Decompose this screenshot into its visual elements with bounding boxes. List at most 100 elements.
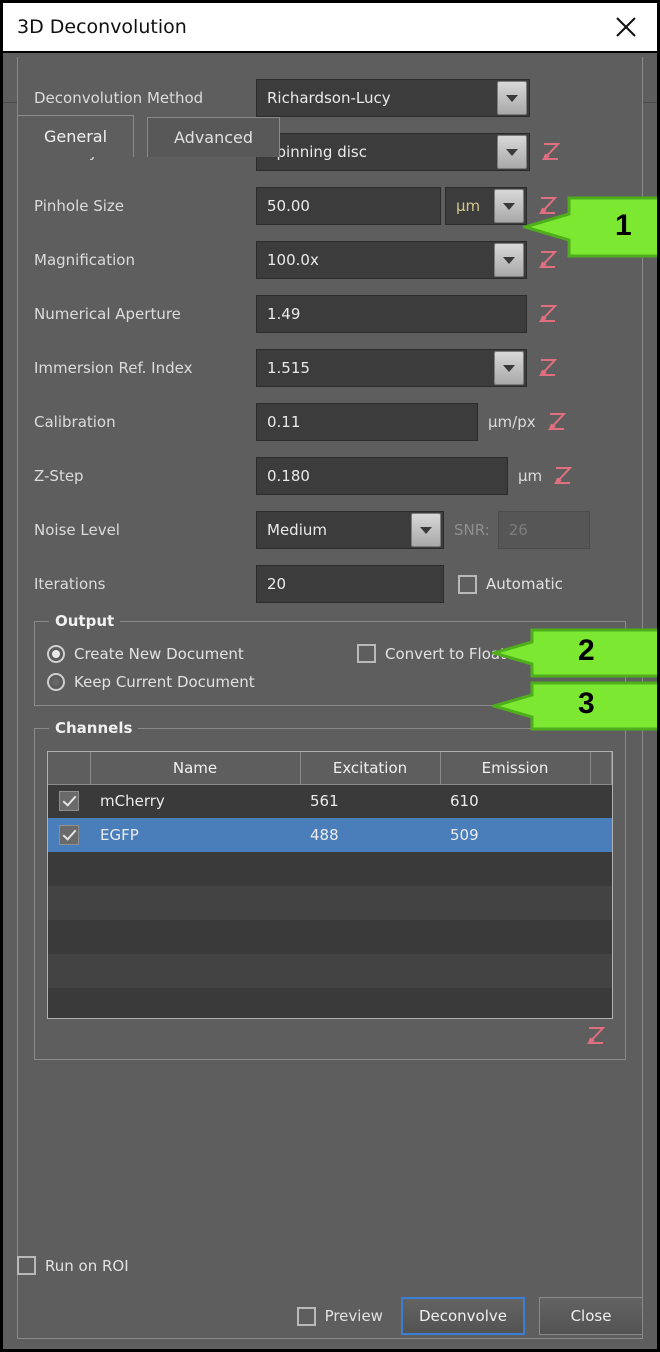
cell-extra <box>590 784 612 818</box>
automatic-checkbox[interactable]: Automatic <box>458 574 563 594</box>
col-name[interactable]: Name <box>90 752 301 785</box>
checkbox-icon <box>17 1256 36 1275</box>
tab-advanced[interactable]: Advanced <box>147 117 281 157</box>
channels-footer <box>47 1019 613 1047</box>
pinhole-unit-value: µm <box>456 197 481 215</box>
close-icon[interactable] <box>609 10 643 44</box>
z-step-value: 0.180 <box>267 467 310 485</box>
channels-group: Channels Name Excitation Emission mCherr… <box>34 719 626 1060</box>
col-extra <box>590 752 612 785</box>
tab-advanced-label: Advanced <box>174 128 254 147</box>
annotation-arrow-2: 2 <box>492 628 657 678</box>
annotation-number-1: 1 <box>615 209 632 242</box>
col-excitation[interactable]: Excitation <box>300 752 441 785</box>
chevron-down-icon[interactable] <box>411 513 441 547</box>
reset-icon-numerical-aperture[interactable] <box>535 303 561 325</box>
modality-select[interactable]: Spinning disc <box>256 133 530 171</box>
tab-general-label: General <box>44 127 108 146</box>
form-row-noise-level: Noise Level Medium SNR: 26 <box>34 511 626 549</box>
chevron-down-icon[interactable] <box>494 351 524 385</box>
reset-icon-modality[interactable] <box>538 141 564 163</box>
checkbox-icon <box>59 825 79 845</box>
radio-create-new-document[interactable]: Create New Document <box>47 644 357 663</box>
iterations-input[interactable]: 20 <box>256 565 444 603</box>
immersion-ref-index-value: 1.515 <box>267 359 310 377</box>
numerical-aperture-input[interactable]: 1.49 <box>256 295 527 333</box>
noise-level-select[interactable]: Medium <box>256 511 444 549</box>
modality-value: Spinning disc <box>267 143 367 161</box>
channels-group-title: Channels <box>49 719 139 737</box>
radio-keep-current-document-label: Keep Current Document <box>74 673 255 691</box>
dialog-footer: Run on ROI Preview Deconvolve Close <box>17 1256 643 1335</box>
snr-value: 26 <box>508 521 528 539</box>
row-checkbox[interactable] <box>48 818 90 852</box>
preview-label: Preview <box>324 1307 383 1325</box>
label-deconvolution-method: Deconvolution Method <box>34 89 204 107</box>
checkbox-icon <box>59 791 79 812</box>
radio-create-new-document-label: Create New Document <box>74 644 244 663</box>
table-row-empty <box>48 954 612 988</box>
cell-name: EGFP <box>100 826 139 844</box>
output-group-title: Output <box>49 612 121 630</box>
checkbox-icon <box>296 1306 316 1326</box>
run-on-roi-checkbox[interactable]: Run on ROI <box>17 1256 643 1275</box>
chevron-down-icon[interactable] <box>494 189 524 223</box>
immersion-ref-index-select[interactable]: 1.515 <box>256 349 527 387</box>
magnification-select[interactable]: 100.0x <box>256 241 527 279</box>
magnification-value: 100.0x <box>267 251 319 269</box>
reset-icon-immersion-ref-index[interactable] <box>535 357 561 379</box>
run-on-roi-label: Run on ROI <box>45 1256 129 1275</box>
snr-input: 26 <box>497 511 590 549</box>
calibration-value: 0.11 <box>267 413 301 431</box>
label-numerical-aperture: Numerical Aperture <box>34 305 181 323</box>
form-row-deconvolution-method: Deconvolution Method Richardson-Lucy <box>34 79 626 117</box>
chevron-down-icon[interactable] <box>497 81 527 115</box>
deconvolution-method-value: Richardson-Lucy <box>267 89 391 107</box>
cell-extra <box>590 818 612 852</box>
calibration-input[interactable]: 0.11 <box>256 403 478 441</box>
tab-general[interactable]: General <box>17 115 135 157</box>
form-row-immersion-ref-index: Immersion Ref. Index 1.515 <box>34 349 626 387</box>
chevron-down-icon[interactable] <box>497 135 527 169</box>
cell-excitation: 488 <box>310 826 339 844</box>
table-row[interactable]: EGFP 488 509 <box>48 818 612 852</box>
reset-icon-calibration[interactable] <box>544 411 570 433</box>
page-title: 3D Deconvolution <box>17 16 187 38</box>
pinhole-size-input[interactable]: 50.00 <box>256 187 441 225</box>
annotation-number-2: 2 <box>578 634 595 667</box>
annotation-number-3: 3 <box>578 687 595 720</box>
table-header-row: Name Excitation Emission <box>48 752 612 785</box>
table-row-empty <box>48 920 612 954</box>
deconvolution-method-select[interactable]: Richardson-Lucy <box>256 79 530 117</box>
numerical-aperture-value: 1.49 <box>267 305 301 323</box>
deconvolve-button[interactable]: Deconvolve <box>400 1297 525 1335</box>
close-button[interactable]: Close <box>539 1297 643 1335</box>
title-bar: 3D Deconvolution <box>3 3 657 53</box>
z-step-input[interactable]: 0.180 <box>256 457 508 495</box>
z-step-unit: µm <box>518 467 543 485</box>
label-noise-level: Noise Level <box>34 521 120 539</box>
automatic-label: Automatic <box>486 575 563 593</box>
reset-icon-z-step[interactable] <box>550 465 576 487</box>
table-row[interactable]: mCherry 561 610 <box>48 784 612 818</box>
cell-emission: 610 <box>450 792 479 811</box>
label-iterations: Iterations <box>34 575 106 593</box>
snr-label: SNR: <box>454 521 490 539</box>
checkbox-icon <box>357 644 376 663</box>
reset-icon-channels[interactable] <box>583 1025 609 1047</box>
preview-checkbox[interactable]: Preview <box>296 1306 383 1326</box>
label-pinhole-size: Pinhole Size <box>34 197 125 215</box>
radio-keep-current-document[interactable]: Keep Current Document <box>47 673 255 691</box>
pinhole-size-value: 50.00 <box>267 197 310 215</box>
channels-table[interactable]: Name Excitation Emission mCherry 561 610 <box>47 751 613 1019</box>
checkbox-convert-to-float[interactable]: Convert to Float <box>357 644 506 663</box>
col-check <box>48 752 91 785</box>
chevron-down-icon[interactable] <box>494 243 524 277</box>
row-checkbox[interactable] <box>48 784 90 818</box>
pinhole-unit-select[interactable]: µm <box>445 187 527 225</box>
noise-level-value: Medium <box>267 521 327 539</box>
col-emission[interactable]: Emission <box>440 752 591 785</box>
table-row-empty <box>48 886 612 920</box>
annotation-arrow-1: 1 <box>523 196 657 258</box>
cell-excitation: 561 <box>310 792 339 811</box>
